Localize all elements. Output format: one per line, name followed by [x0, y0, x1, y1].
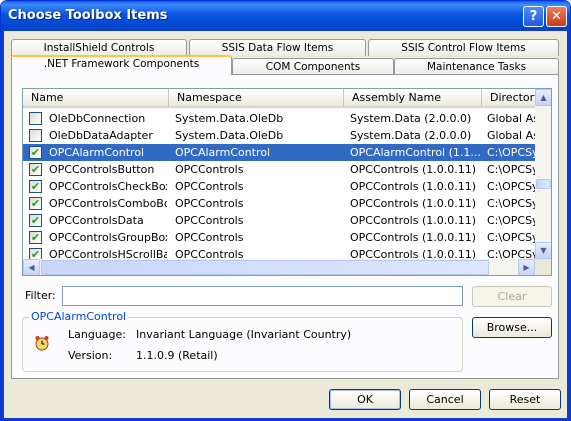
row-checkbox[interactable]: ✔: [29, 197, 42, 210]
ok-button[interactable]: OK: [329, 389, 401, 410]
components-list[interactable]: Name Namespace Assembly Name Directory O…: [22, 88, 552, 276]
row-checkbox[interactable]: ✔: [29, 180, 42, 193]
column-header-directory[interactable]: Directory: [481, 89, 541, 108]
cell-namespace: OPCControls: [175, 231, 244, 244]
scroll-down-button[interactable]: ▼: [535, 242, 551, 259]
cell-name: OPCControlsGroupBox: [49, 231, 167, 244]
tab-maintenance-tasks[interactable]: Maintenance Tasks: [394, 58, 559, 75]
cell-directory: C:\OPCSy: [487, 163, 535, 176]
alarm-clock-icon: [35, 336, 49, 351]
cell-namespace: System.Data.OleDb: [175, 112, 284, 125]
row-checkbox[interactable]: ✔: [29, 231, 42, 244]
cell-directory: C:\OPCSy: [487, 214, 535, 227]
tab-installshield-controls[interactable]: InstallShield Controls: [11, 39, 187, 56]
table-row[interactable]: OleDbConnection System.Data.OleDb System.D…: [23, 110, 536, 127]
cell-namespace: OPCControls: [175, 163, 244, 176]
cell-assembly: System.Data (2.0.0.0): [350, 129, 472, 142]
details-group: [22, 317, 463, 372]
table-row[interactable]: ✔ OPCControlsGroupBox OPCControls OPCContro…: [23, 229, 536, 246]
tab-ssis-control-flow-items[interactable]: SSIS Control Flow Items: [368, 39, 559, 56]
cancel-button[interactable]: Cancel: [409, 389, 481, 410]
table-row[interactable]: ✔ OPCControlsCheckBox OPCControls OPCContro…: [23, 178, 536, 195]
cell-assembly: OPCControls (1.0.0.11): [350, 163, 477, 176]
cell-name: OPCAlarmControl: [49, 146, 145, 159]
title-bar[interactable]: Choose Toolbox Items ? ✕: [1, 1, 570, 31]
row-checkbox[interactable]: ✔: [29, 214, 42, 227]
cell-assembly: OPCControls (1.0.0.11): [350, 214, 477, 227]
language-label: Language:: [68, 328, 126, 341]
cell-assembly: System.Data (2.0.0.0): [350, 112, 472, 125]
choose-toolbox-items-dialog: Choose Toolbox Items ? ✕ InstallShield C…: [0, 0, 571, 421]
filter-input[interactable]: [62, 286, 463, 306]
cell-name: OPCControlsComboBox: [49, 197, 167, 210]
clear-button[interactable]: Clear: [472, 286, 552, 307]
window-frame-left: [1, 31, 4, 420]
scroll-left-button[interactable]: ◀: [23, 259, 40, 275]
vertical-scroll-thumb[interactable]: [536, 179, 551, 189]
cell-assembly: OPCControls (1.0.0.11): [350, 197, 477, 210]
cell-name: OleDbConnection: [49, 112, 146, 125]
reset-button[interactable]: Reset: [489, 389, 561, 410]
tab-ssis-data-flow-items[interactable]: SSIS Data Flow Items: [189, 39, 366, 56]
cell-directory: Global Ass: [487, 129, 535, 142]
language-value: Invariant Language (Invariant Country): [136, 328, 352, 341]
vertical-scrollbar[interactable]: ▲ ▼: [535, 89, 551, 259]
cell-name: OPCControlsCheckBox: [49, 180, 167, 193]
cell-directory: C:\OPCSy: [487, 231, 535, 244]
cell-assembly: OPCAlarmControl (1.1....: [350, 146, 481, 159]
table-row[interactable]: ✔ OPCAlarmControl OPCAlarmControl OPCAlarmC…: [23, 144, 536, 161]
table-row[interactable]: ✔ OPCControlsButton OPCControls OPCControls…: [23, 161, 536, 178]
version-value: 1.1.0.9 (Retail): [136, 349, 218, 362]
help-button[interactable]: ?: [523, 6, 544, 27]
cell-directory: C:\OPCSy: [487, 180, 535, 193]
row-checkbox[interactable]: [29, 112, 42, 125]
column-header-name[interactable]: Name: [23, 89, 168, 108]
cell-namespace: OPCControls: [175, 180, 244, 193]
browse-button[interactable]: Browse...: [472, 317, 552, 338]
horizontal-scrollbar[interactable]: ◀ ▶: [23, 259, 535, 275]
row-checkbox[interactable]: ✔: [29, 146, 42, 159]
row-checkbox[interactable]: ✔: [29, 163, 42, 176]
cell-namespace: OPCControls: [175, 214, 244, 227]
filter-label: Filter:: [25, 289, 56, 302]
cell-name: OleDbDataAdapter: [49, 129, 153, 142]
tab-com-components[interactable]: COM Components: [232, 58, 394, 75]
column-header-namespace[interactable]: Namespace: [168, 89, 343, 108]
details-group-title: OPCAlarmControl: [29, 310, 129, 323]
cell-directory: C:\OPCSy: [487, 197, 535, 210]
table-row[interactable]: ✔ OPCControlsComboBox OPCControls OPCContro…: [23, 195, 536, 212]
window-frame-right: [567, 31, 570, 420]
cell-name: OPCControlsButton: [49, 163, 155, 176]
cell-assembly: OPCControls (1.0.0.11): [350, 231, 477, 244]
row-checkbox[interactable]: [29, 129, 42, 142]
cell-directory: C:\OPCSy: [487, 146, 535, 159]
table-row[interactable]: OleDbDataAdapter System.Data.OleDb System.…: [23, 127, 536, 144]
window-title: Choose Toolbox Items: [8, 8, 168, 23]
close-button[interactable]: ✕: [546, 6, 567, 27]
cell-namespace: System.Data.OleDb: [175, 129, 284, 142]
scroll-up-button[interactable]: ▲: [535, 89, 551, 106]
tab-net-framework-components[interactable]: .NET Framework Components: [11, 55, 232, 75]
scrollbar-corner: [535, 259, 551, 275]
cell-assembly: OPCControls (1.0.0.11): [350, 180, 477, 193]
version-label: Version:: [68, 349, 113, 362]
cell-namespace: OPCAlarmControl: [175, 146, 271, 159]
scroll-right-button[interactable]: ▶: [518, 259, 535, 275]
cell-namespace: OPCControls: [175, 197, 244, 210]
horizontal-scroll-thumb[interactable]: [41, 260, 489, 275]
cell-directory: Global Ass: [487, 112, 535, 125]
column-header-assembly-name[interactable]: Assembly Name: [343, 89, 481, 108]
cell-name: OPCControlsData: [49, 214, 144, 227]
table-row[interactable]: ✔ OPCControlsData OPCControls OPCControls (…: [23, 212, 536, 229]
